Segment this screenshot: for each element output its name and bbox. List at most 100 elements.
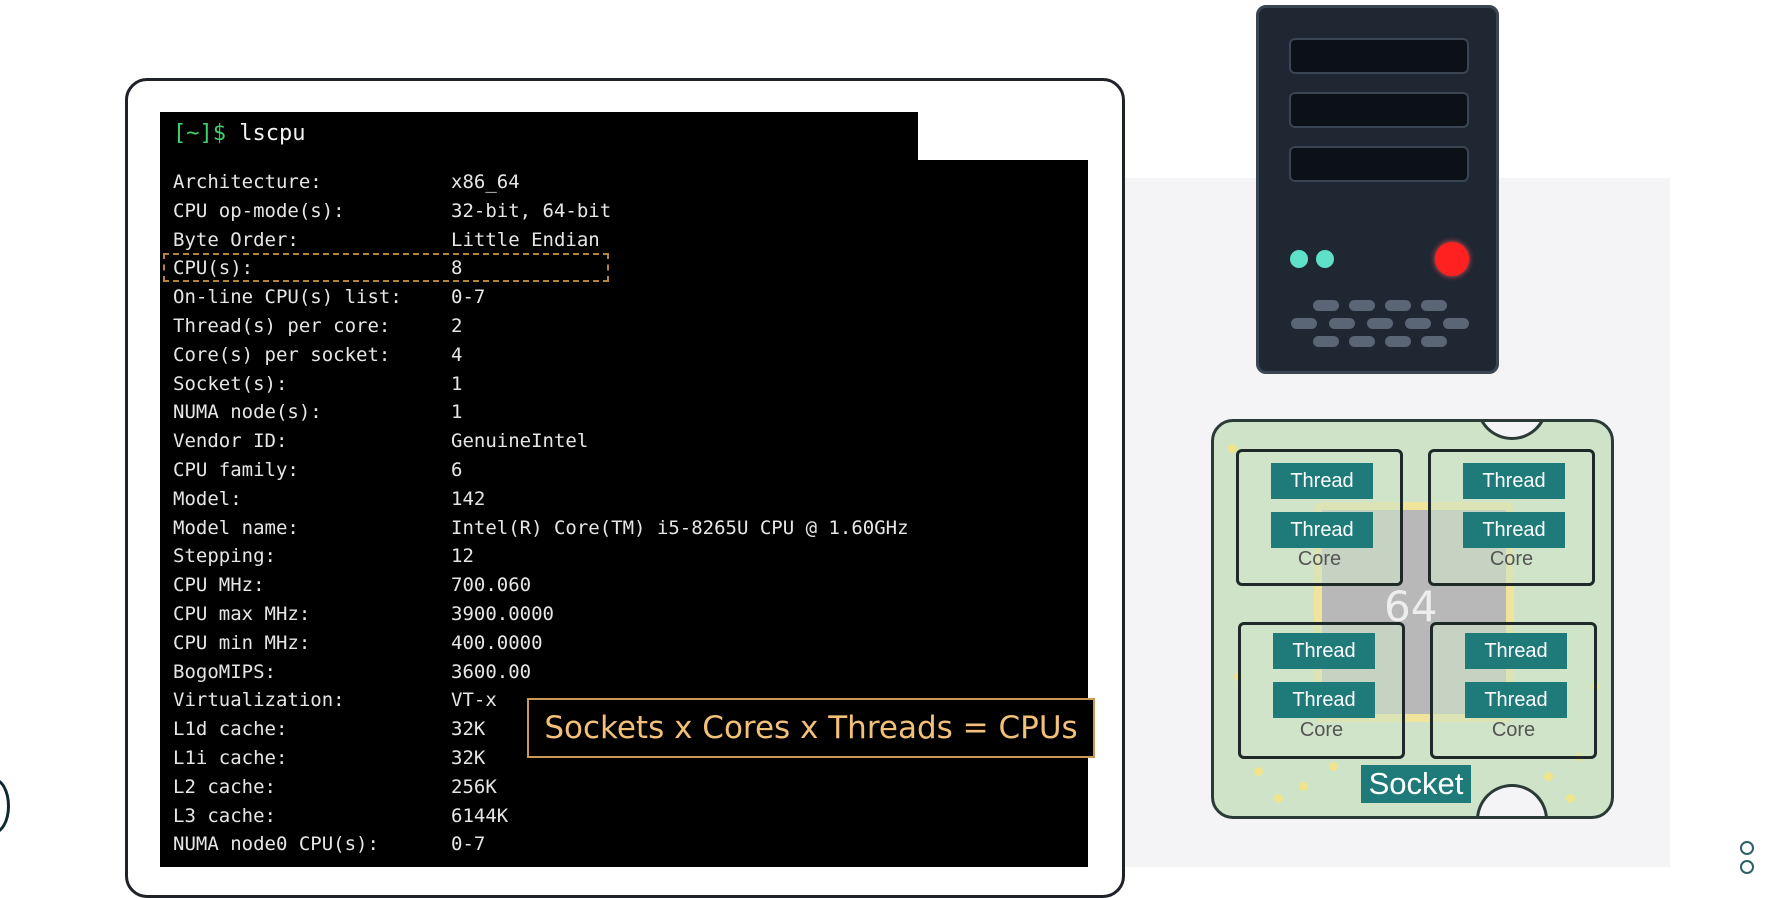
lscpu-value: 2 xyxy=(451,314,463,337)
core-label: Core xyxy=(1297,548,1342,570)
command-text: lscpu xyxy=(239,121,306,146)
lscpu-value: VT-x xyxy=(451,689,497,712)
lscpu-value: 3900.0000 xyxy=(451,602,554,625)
vent-slot xyxy=(1313,336,1339,347)
lscpu-value: 0-7 xyxy=(451,286,486,309)
lscpu-value: 6144K xyxy=(451,804,509,827)
vent-slot xyxy=(1329,318,1355,329)
solder-dot xyxy=(1254,767,1263,776)
lscpu-key: CPU op-mode(s): xyxy=(173,199,345,222)
solder-dot xyxy=(1544,772,1553,781)
page-dot-icon[interactable] xyxy=(1740,860,1754,874)
edge-circle-decoration xyxy=(0,778,10,834)
page-dot-icon[interactable] xyxy=(1740,841,1754,855)
lscpu-value: 400.0000 xyxy=(451,631,543,654)
socket-label: Socket xyxy=(1361,765,1471,803)
lscpu-value: x86_64 xyxy=(451,171,520,193)
core-box: Thread Thread Core xyxy=(1238,622,1405,759)
lscpu-key: CPU max MHz: xyxy=(173,602,311,625)
lscpu-value: 32K xyxy=(451,718,486,741)
thread-label: Thread xyxy=(1465,633,1567,669)
lscpu-key: CPU min MHz: xyxy=(173,631,311,654)
lscpu-key: Byte Order: xyxy=(173,228,299,251)
vent-slot xyxy=(1313,300,1339,311)
lscpu-key: Core(s) per socket: xyxy=(173,343,391,366)
lscpu-value: 1 xyxy=(451,372,463,395)
cpu-count-highlight xyxy=(163,253,609,282)
thread-label: Thread xyxy=(1463,463,1565,499)
lscpu-value: 700.060 xyxy=(451,574,532,597)
lscpu-key: Virtualization: xyxy=(173,689,345,712)
lscpu-value: 6 xyxy=(451,458,463,481)
lscpu-key: Thread(s) per core: xyxy=(173,314,391,337)
core-box: Thread Thread Core xyxy=(1428,449,1595,586)
core-label: Core xyxy=(1491,719,1536,741)
lscpu-value: 256K xyxy=(451,775,497,798)
core-label: Core xyxy=(1299,719,1344,741)
lscpu-value: 32-bit, 64-bit xyxy=(451,199,612,222)
lscpu-key: Model: xyxy=(173,487,242,510)
lscpu-value: Intel(R) Core(TM) i5-8265U CPU @ 1.60GHz xyxy=(451,516,909,539)
terminal-prompt-line: [~]$ lscpu xyxy=(173,121,305,146)
vent-slot xyxy=(1385,336,1411,347)
formula-callout: Sockets x Cores x Threads = CPUs xyxy=(527,698,1095,758)
prompt-symbol: [~]$ xyxy=(173,121,226,146)
lscpu-key: Socket(s): xyxy=(173,372,288,395)
lscpu-key: CPU MHz: xyxy=(173,574,265,597)
lscpu-key: NUMA node(s): xyxy=(173,401,322,424)
lscpu-key: Stepping: xyxy=(173,545,276,568)
vent-slot xyxy=(1421,336,1447,347)
thread-label: Thread xyxy=(1271,512,1373,548)
vent-slot xyxy=(1421,300,1447,311)
core-label: Core xyxy=(1489,548,1534,570)
lscpu-value: 0-7 xyxy=(451,833,486,856)
thread-label: Thread xyxy=(1273,633,1375,669)
lscpu-key: L1i cache: xyxy=(173,746,288,769)
solder-dot xyxy=(1329,762,1338,771)
socket-notch xyxy=(1476,422,1548,440)
server-tower xyxy=(1256,5,1499,374)
lscpu-key: L1d cache: xyxy=(173,718,288,741)
vent-slot xyxy=(1349,336,1375,347)
drive-bay-2 xyxy=(1289,92,1469,128)
lscpu-key: NUMA node0 CPU(s): xyxy=(173,833,379,856)
lscpu-value: 3600.00 xyxy=(451,660,532,683)
status-led-icon xyxy=(1290,250,1308,268)
lscpu-key: Model name: xyxy=(173,516,299,539)
drive-bay-3 xyxy=(1289,146,1469,182)
vent-slot xyxy=(1291,318,1317,329)
lscpu-value: GenuineIntel xyxy=(451,430,589,453)
vent-slot xyxy=(1367,318,1393,329)
lscpu-key: L3 cache: xyxy=(173,804,276,827)
pagination-dots xyxy=(1740,840,1766,878)
vent-slot xyxy=(1349,300,1375,311)
vent-slot xyxy=(1405,318,1431,329)
solder-dot xyxy=(1566,794,1575,803)
lscpu-value: 4 xyxy=(451,343,463,366)
lscpu-key: Architecture: xyxy=(173,171,322,193)
lscpu-value: 32K xyxy=(451,746,486,769)
solder-dot xyxy=(1299,782,1308,791)
core-box: Thread Thread Core xyxy=(1430,622,1597,759)
power-led-icon xyxy=(1435,242,1469,276)
drive-bay-1 xyxy=(1289,38,1469,74)
lscpu-key: BogoMIPS: xyxy=(173,660,276,683)
thread-label: Thread xyxy=(1465,682,1567,718)
lscpu-value: 1 xyxy=(451,401,463,424)
status-led-icon xyxy=(1316,250,1334,268)
vent-slot xyxy=(1385,300,1411,311)
lscpu-key: L2 cache: xyxy=(173,775,276,798)
socket-notch xyxy=(1476,784,1548,816)
lscpu-value: 142 xyxy=(451,487,486,510)
vent-slot xyxy=(1443,318,1469,329)
thread-label: Thread xyxy=(1273,682,1375,718)
thread-label: Thread xyxy=(1463,512,1565,548)
thread-label: Thread xyxy=(1271,463,1373,499)
cpu-socket-diagram: 64 Thread Thread Core Thread Thread Core… xyxy=(1211,419,1614,819)
lscpu-value: 12 xyxy=(451,545,474,568)
solder-dot xyxy=(1274,794,1283,803)
formula-text: Sockets x Cores x Threads = CPUs xyxy=(544,710,1078,746)
lscpu-key: CPU family: xyxy=(173,458,299,481)
core-box: Thread Thread Core xyxy=(1236,449,1403,586)
lscpu-key: Vendor ID: xyxy=(173,430,288,453)
